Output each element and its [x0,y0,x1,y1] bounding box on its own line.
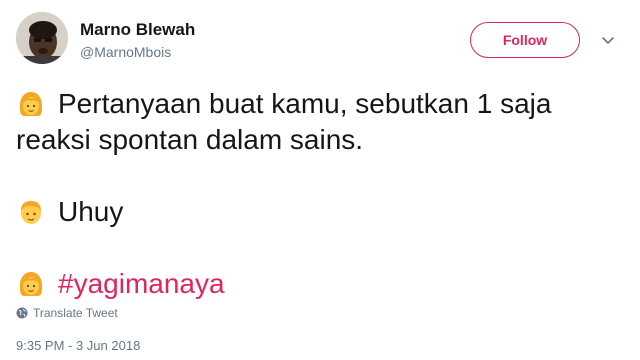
translate-label[interactable]: Translate Tweet [33,306,118,320]
tweet-line: Uhuy [16,194,616,230]
display-name[interactable]: Marno Blewah [80,20,195,40]
tweet-line: Pertanyaan buat kamu, sebutkan 1 saja [16,86,616,122]
tweet-line: #yagimanaya [16,266,616,302]
tweet-text: Pertanyaan buat kamu, sebutkan 1 saja re… [16,86,616,302]
tweet-line-2: reaksi spontan dalam sains. [16,124,364,155]
translate-tweet-link[interactable]: Translate Tweet [16,306,118,320]
line-break [16,158,616,194]
tweet-card: Marno Blewah @MarnoMbois Follow Pertanya… [0,0,640,360]
avatar[interactable] [16,12,68,64]
tweet-line: reaksi spontan dalam sains. [16,122,616,158]
man-emoji-icon [16,197,46,227]
woman-emoji-icon [16,89,46,119]
tweet-line-1: Pertanyaan buat kamu, sebutkan 1 saja [58,88,552,119]
user-handle[interactable]: @MarnoMbois [80,44,171,60]
follow-button[interactable]: Follow [470,22,580,58]
globe-icon [16,307,28,319]
hashtag-link[interactable]: #yagimanaya [58,266,225,302]
avatar-photo [16,12,68,64]
chevron-down-icon[interactable] [598,30,618,50]
woman-emoji-icon [16,269,46,299]
tweet-line-3: Uhuy [58,196,124,227]
line-break [16,230,616,266]
timestamp[interactable]: 9:35 PM - 3 Jun 2018 [16,338,140,353]
